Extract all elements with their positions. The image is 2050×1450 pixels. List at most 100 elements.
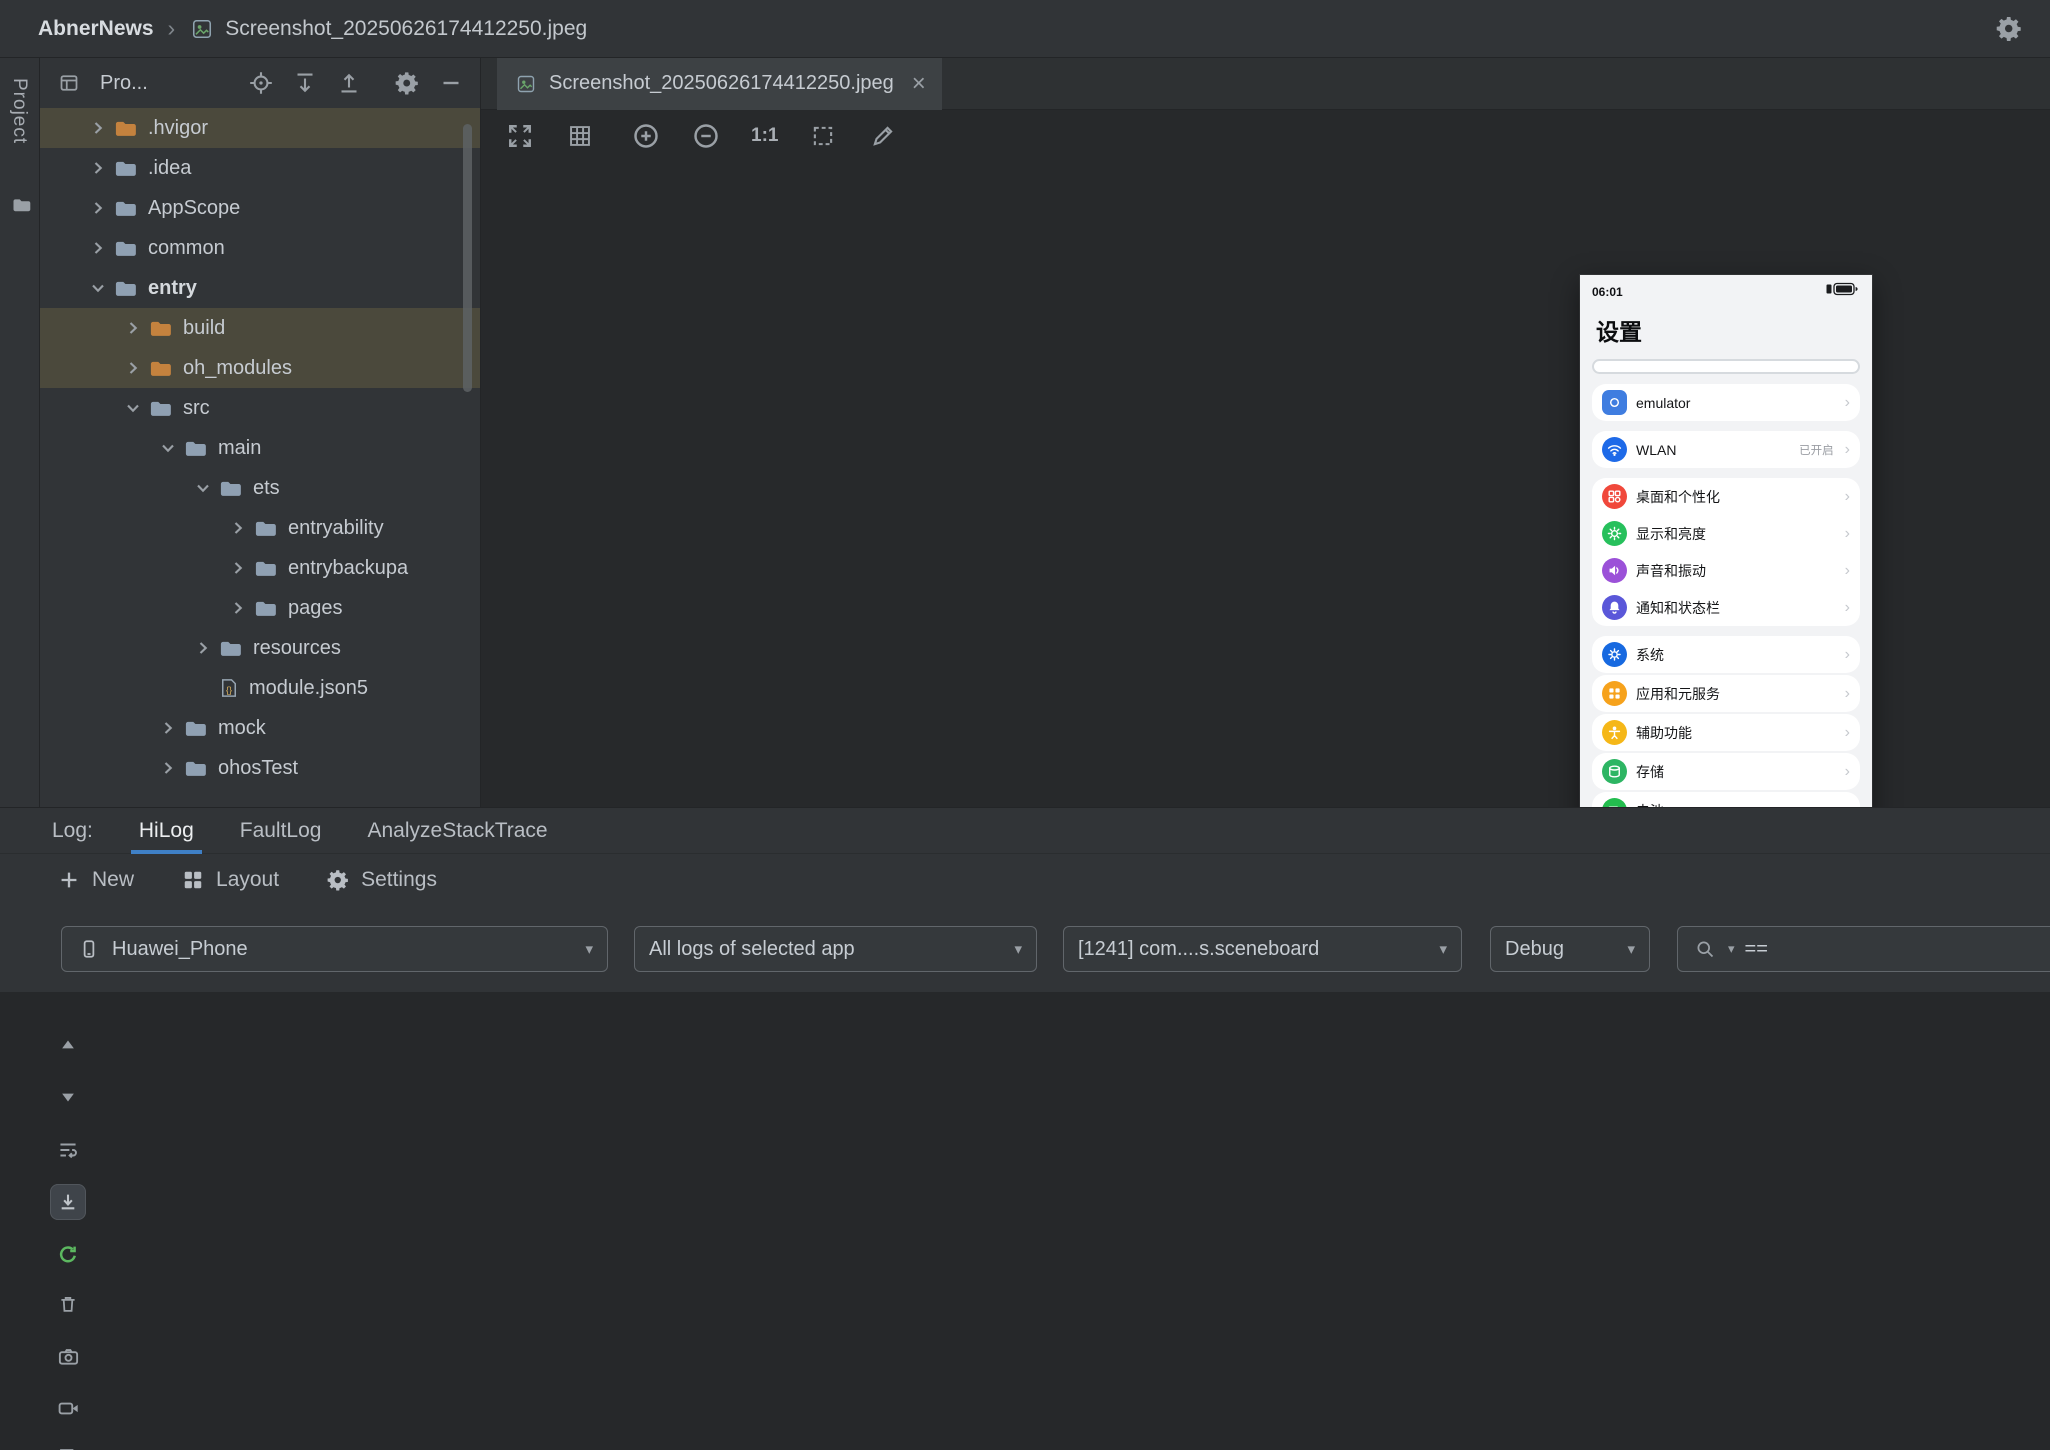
tree-item-module-json5[interactable]: {} module.json5 [40, 668, 480, 708]
chevron-right-icon[interactable] [156, 716, 180, 740]
log-tab-hilog[interactable]: HiLog [130, 808, 202, 854]
log-search-field[interactable]: ▾ == [1677, 926, 2050, 972]
settings-gear-icon[interactable] [1996, 15, 2022, 41]
tree-item-appscope[interactable]: AppScope [40, 188, 480, 228]
chevron-down-icon: ▾ [1439, 941, 1447, 958]
phone-status-bar: 06:01 [1580, 275, 1872, 301]
chevron-right-icon[interactable] [121, 356, 145, 380]
editor-tab[interactable]: Screenshot_20250626174412250.jpeg × [497, 57, 942, 110]
settings-item-wlan[interactable]: WLAN 已开启 › [1592, 431, 1860, 468]
settings-item-display[interactable]: 显示和亮度 › [1592, 515, 1860, 552]
tree-item-src[interactable]: src [40, 388, 480, 428]
folder-icon [254, 519, 278, 538]
device-selector[interactable]: Huawei_Phone ▾ [61, 926, 608, 972]
log-tab-faultlog[interactable]: FaultLog [240, 808, 322, 854]
gear-icon [325, 867, 351, 893]
tree-item-oh-modules[interactable]: oh_modules [40, 348, 480, 388]
process-selector[interactable]: [1241] com....s.sceneboard ▾ [1063, 926, 1462, 972]
new-button[interactable]: New [56, 867, 134, 893]
folder-excluded-icon [114, 119, 138, 138]
screenshot-camera-icon[interactable] [50, 1338, 86, 1374]
edit-pencil-icon[interactable] [868, 121, 898, 151]
stripe-project-label[interactable]: Project [8, 78, 30, 144]
screen-record-video-icon[interactable] [50, 1390, 86, 1426]
scroll-up-icon[interactable] [50, 1027, 86, 1063]
tree-item-label: entrybackupa [288, 556, 409, 579]
chevron-right-icon[interactable] [86, 116, 110, 140]
hide-panel-icon[interactable] [438, 70, 464, 96]
action-label: Settings [361, 868, 437, 891]
chevron-down-icon[interactable] [156, 436, 180, 460]
log-scope-selector[interactable]: All logs of selected app ▾ [634, 926, 1037, 972]
resume-logging-icon[interactable] [50, 1236, 86, 1272]
save-log-icon[interactable] [50, 1439, 86, 1450]
close-tab-icon[interactable]: × [912, 71, 926, 96]
log-output-area[interactable] [0, 992, 2050, 1450]
settings-item-sound[interactable]: 声音和振动 › [1592, 552, 1860, 589]
chevron-right-icon[interactable] [121, 316, 145, 340]
chevron-right-icon: › [1844, 524, 1850, 542]
zoom-in-icon[interactable] [631, 121, 661, 151]
stripe-folder-icon[interactable] [9, 192, 35, 218]
tree-item-build[interactable]: build [40, 308, 480, 348]
settings-item-apps[interactable]: 应用和元服务 › [1592, 675, 1860, 712]
clear-log-trash-icon[interactable] [50, 1286, 86, 1322]
chevron-right-icon[interactable] [226, 596, 250, 620]
log-level-selector[interactable]: Debug ▾ [1490, 926, 1650, 972]
zoom-out-icon[interactable] [691, 121, 721, 151]
soft-wrap-icon[interactable] [50, 1132, 86, 1168]
grid-toggle-icon[interactable] [565, 121, 595, 151]
chevron-right-icon[interactable] [86, 236, 110, 260]
select-opened-file-icon[interactable] [248, 70, 274, 96]
tree-item-main[interactable]: main [40, 428, 480, 468]
search-history-chevron-icon[interactable]: ▾ [1728, 941, 1735, 957]
folder-icon [114, 159, 138, 178]
settings-item-notification[interactable]: 通知和状态栏 › [1592, 589, 1860, 626]
tree-item-mock[interactable]: mock [40, 708, 480, 748]
tree-scrollbar[interactable] [463, 124, 472, 392]
chevron-right-icon[interactable] [226, 556, 250, 580]
breadcrumb-project[interactable]: AbnerNews [38, 17, 154, 41]
settings-button[interactable]: Settings [325, 867, 437, 893]
chevron-down-icon[interactable] [121, 396, 145, 420]
chevron-right-icon[interactable] [156, 756, 180, 780]
tree-item--idea[interactable]: .idea [40, 148, 480, 188]
log-tab-analyzestacktrace[interactable]: AnalyzeStackTrace [367, 808, 547, 854]
chevron-right-icon[interactable] [226, 516, 250, 540]
tree-item-resources[interactable]: resources [40, 628, 480, 668]
panel-options-gear-icon[interactable] [394, 70, 420, 96]
chevron-right-icon[interactable] [86, 196, 110, 220]
chevron-right-icon[interactable] [191, 636, 215, 660]
tree-item-entryability[interactable]: entryability [40, 508, 480, 548]
collapse-all-icon[interactable] [336, 70, 362, 96]
chevron-down-icon[interactable] [191, 476, 215, 500]
folder-icon [184, 439, 208, 458]
zoom-ratio-label[interactable]: 1:1 [751, 125, 778, 147]
settings-item-storage[interactable]: 存储 › [1592, 753, 1860, 790]
tree-item-ets[interactable]: ets [40, 468, 480, 508]
settings-item-emulator[interactable]: emulator › [1592, 384, 1860, 421]
settings-item-accessibility[interactable]: 辅助功能 › [1592, 714, 1860, 751]
editor-tab-bar: Screenshot_20250626174412250.jpeg × [481, 57, 2050, 110]
phone-search-bar[interactable] [1592, 359, 1860, 374]
fit-to-window-icon[interactable] [505, 121, 535, 151]
chevron-down-icon[interactable] [86, 276, 110, 300]
expand-all-icon[interactable] [292, 70, 318, 96]
breadcrumb-file[interactable]: Screenshot_20250626174412250.jpeg [189, 16, 587, 42]
tree-item-entrybackupa[interactable]: entrybackupa [40, 548, 480, 588]
tree-item-label: resources [253, 636, 341, 659]
tree-item--hvigor[interactable]: .hvigor [40, 108, 480, 148]
actual-size-icon[interactable] [808, 121, 838, 151]
tree-item-entry[interactable]: entry [40, 268, 480, 308]
tree-item-common[interactable]: common [40, 228, 480, 268]
tree-item-ohostest[interactable]: ohosTest [40, 748, 480, 788]
settings-item-system[interactable]: 系统 › [1592, 636, 1860, 673]
scroll-to-end-icon[interactable] [50, 1184, 86, 1220]
tree-item-pages[interactable]: pages [40, 588, 480, 628]
scroll-down-icon[interactable] [50, 1079, 86, 1115]
chevron-right-icon[interactable] [86, 156, 110, 180]
chevron-right-icon: › [1844, 723, 1850, 741]
layout-button[interactable]: Layout [180, 867, 279, 893]
settings-item-personalization[interactable]: 桌面和个性化 › [1592, 478, 1860, 515]
folder-icon [114, 239, 138, 258]
